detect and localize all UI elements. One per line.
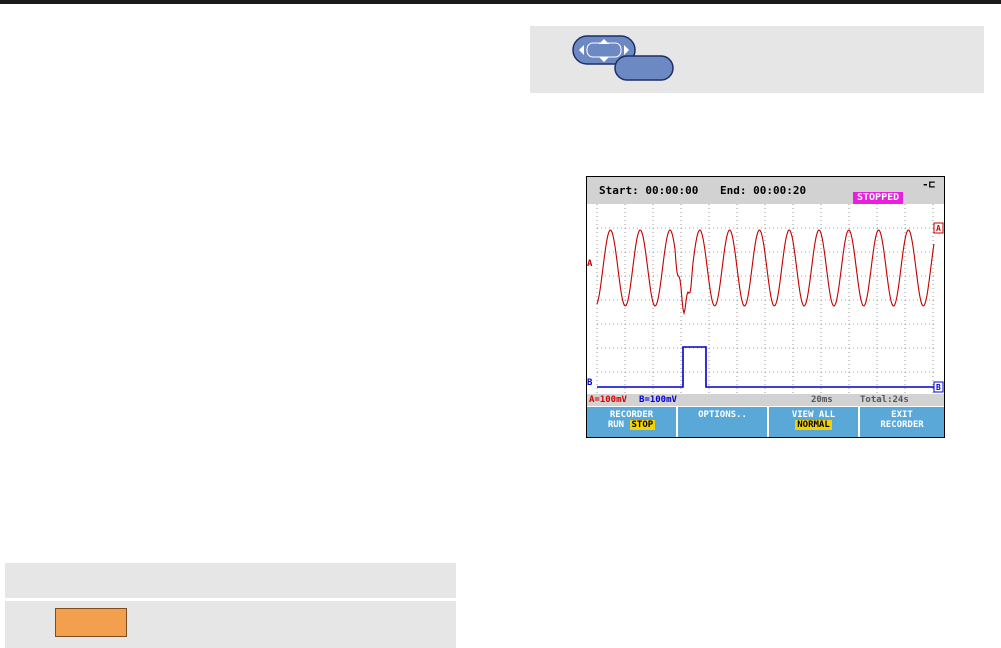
channel-b-scale: B=100mV — [639, 395, 677, 405]
start-time: Start: 00:00:00 — [599, 184, 699, 197]
orange-function-key-icon — [55, 608, 127, 637]
page-top-rule — [0, 0, 1001, 4]
status-badge: STOPPED — [853, 192, 904, 204]
softkey-highlight: STOP — [629, 420, 656, 430]
scale-status-bar: A=100mV B=100mV 20ms Total:24s — [587, 394, 944, 406]
recorder-run-stop-softkey[interactable]: RECORDER RUN STOP — [587, 407, 676, 437]
softkey-highlight: NORMAL — [795, 420, 832, 430]
softkey-line1: EXIT — [891, 410, 913, 420]
marker-b-left: B — [587, 378, 593, 388]
end-time: End: 00:00:20 — [720, 184, 807, 197]
recorder-header: Start: 00:00:00 End: 00:00:20 STOPPED -⊏ — [587, 177, 944, 204]
recorder-screen: Start: 00:00:00 End: 00:00:20 STOPPED -⊏… — [586, 176, 945, 438]
softkey-bar: RECORDER RUN STOP OPTIONS.. VIEW ALL NOR… — [587, 407, 944, 437]
exit-recorder-softkey[interactable]: EXIT RECORDER — [860, 407, 944, 437]
trace-b — [597, 346, 934, 388]
marker-a-left: A — [587, 259, 593, 269]
marker-a-right: A — [936, 224, 941, 233]
options-softkey[interactable]: OPTIONS.. — [678, 407, 767, 437]
power-plug-icon: -⊏ — [922, 178, 936, 191]
instruction-box — [5, 563, 456, 598]
plot-grid — [596, 204, 936, 394]
view-all-softkey[interactable]: VIEW ALL NORMAL — [769, 407, 858, 437]
timebase: 20ms — [811, 395, 833, 405]
softkey-line1: VIEW ALL — [791, 410, 836, 420]
waveform-plot: A B A B — [587, 204, 944, 394]
softkey-line2: OPTIONS.. — [698, 410, 747, 420]
softkey-line1: RECORDER — [609, 410, 654, 420]
total-time: Total:24s — [860, 395, 909, 405]
channel-a-scale: A=100mV — [589, 395, 627, 405]
softkey-line2: RECORDER — [880, 420, 924, 430]
marker-b-right: B — [936, 383, 941, 392]
trace-a — [596, 229, 935, 316]
arrow-keys-with-enter-icon — [572, 35, 674, 81]
softkey-line2: RUN — [607, 420, 630, 430]
